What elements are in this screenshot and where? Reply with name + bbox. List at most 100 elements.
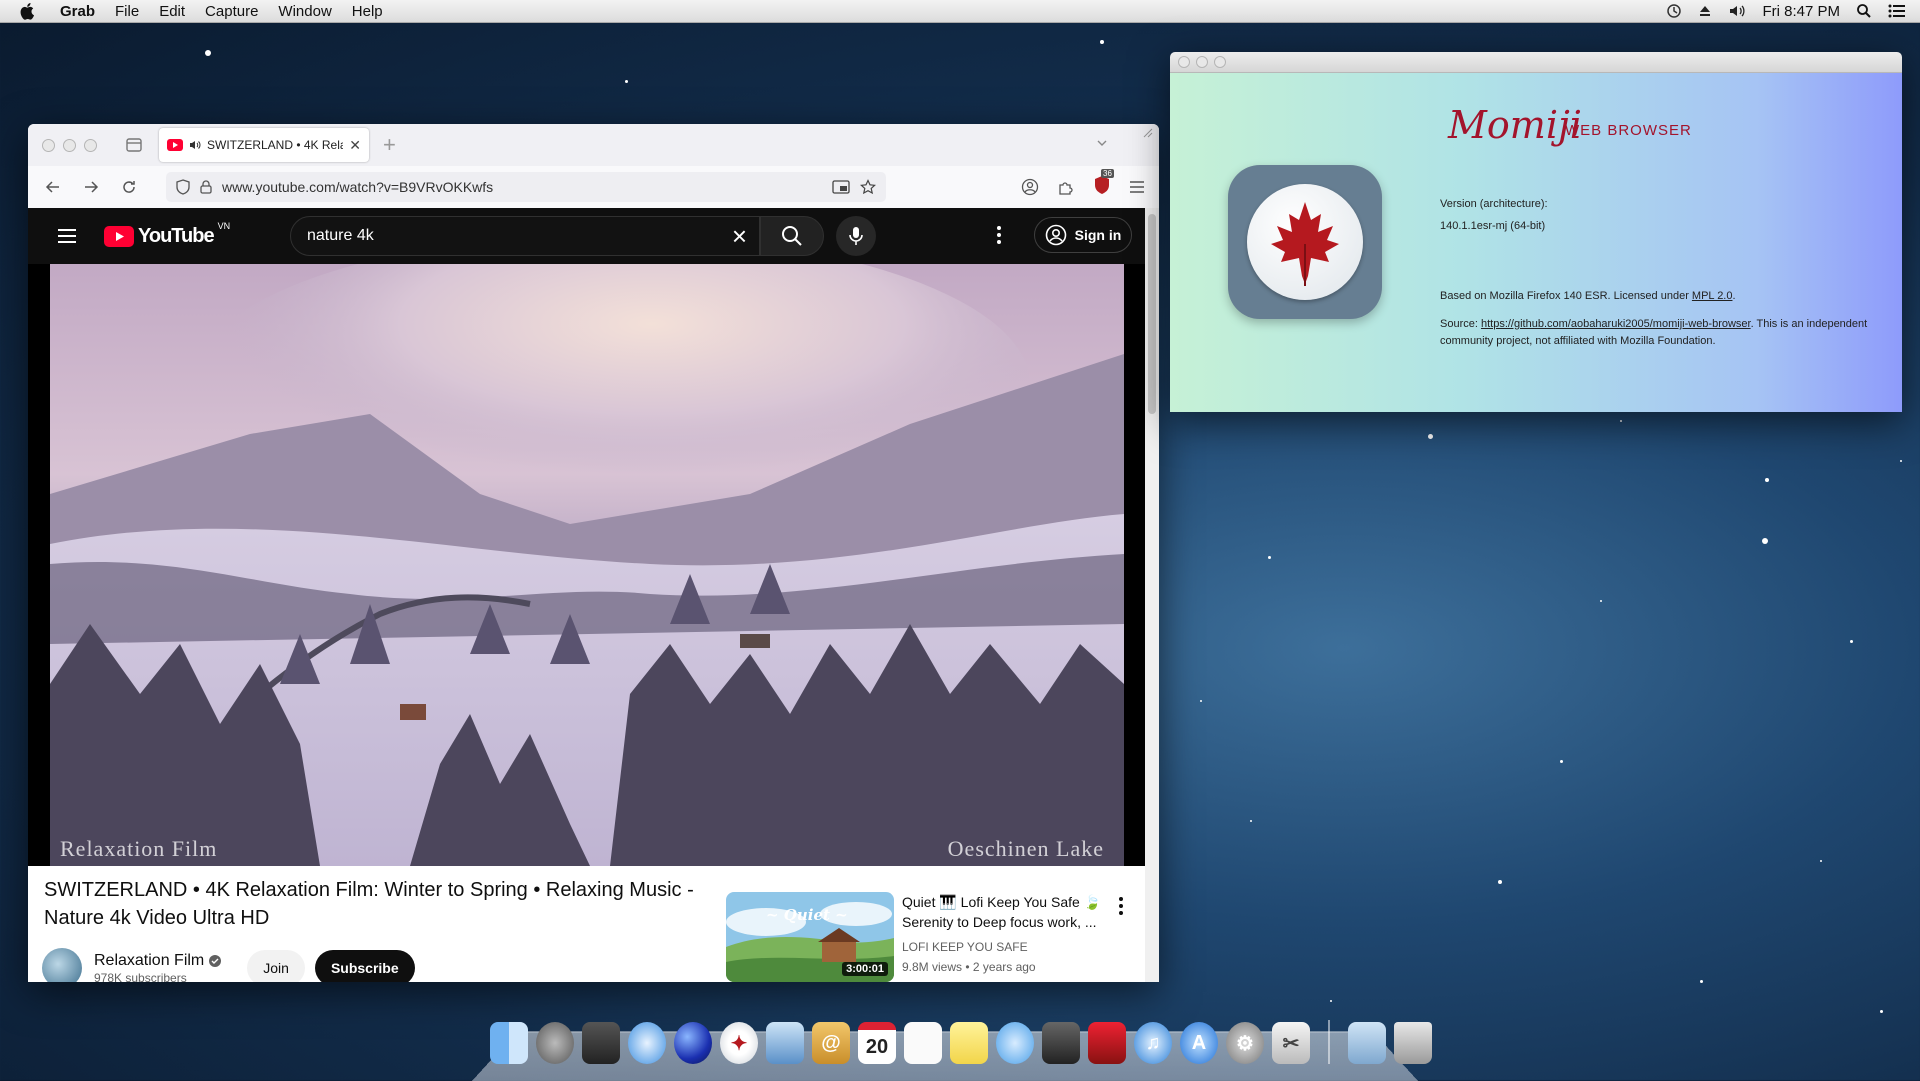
menu-help[interactable]: Help (352, 3, 383, 20)
new-tab-button[interactable]: + (383, 132, 396, 158)
maple-leaf-icon (1271, 202, 1339, 286)
channel-row: Relaxation Film 978K subscribers Join Su… (42, 948, 415, 982)
menu-file[interactable]: File (115, 3, 139, 20)
country-code: VN (217, 221, 231, 231)
more-actions-icon[interactable] (1118, 896, 1124, 916)
launchpad-icon[interactable] (536, 1022, 574, 1064)
finder-icon[interactable] (490, 1022, 528, 1064)
recommended-thumbnail[interactable]: ~ Quiet ~ 3:00:01 (726, 892, 894, 982)
facetime-icon[interactable] (1042, 1022, 1080, 1064)
lock-icon[interactable] (200, 180, 212, 194)
subscribe-button[interactable]: Subscribe (314, 950, 415, 982)
recommended-meta: 9.8M views • 2 years ago (902, 960, 1036, 974)
youtube-favicon-icon (167, 139, 183, 151)
audio-playing-icon[interactable] (189, 139, 201, 151)
app-menu-hamburger-icon[interactable] (1129, 180, 1145, 194)
menu-capture[interactable]: Capture (205, 3, 258, 20)
itunes-icon[interactable]: ♫ (1134, 1022, 1172, 1064)
tracking-protection-shield-icon[interactable] (176, 179, 190, 195)
minimize-window-button[interactable] (63, 138, 76, 152)
applications-folder-icon[interactable] (1348, 1022, 1386, 1064)
video-scene-image (50, 264, 1124, 866)
photo-booth-icon[interactable] (1088, 1022, 1126, 1064)
safari-icon[interactable] (628, 1022, 666, 1064)
menu-window[interactable]: Window (278, 3, 331, 20)
trash-icon[interactable] (1394, 1022, 1432, 1064)
back-button[interactable] (42, 176, 64, 198)
calendar-icon[interactable]: 20 (858, 1022, 896, 1064)
zoom-window-button[interactable] (84, 138, 97, 152)
reload-button[interactable] (118, 176, 140, 198)
recommended-video[interactable]: ~ Quiet ~ 3:00:01 Quiet 🎹 Lofi Keep You … (726, 892, 1138, 982)
join-button[interactable]: Join (247, 950, 305, 982)
tab-youtube[interactable]: SWITZERLAND • 4K Relaxati ✕ (159, 128, 369, 162)
page-scrollbar[interactable] (1145, 208, 1159, 982)
scrollbar-thumb[interactable] (1148, 214, 1156, 414)
picture-in-picture-icon[interactable] (832, 180, 850, 194)
about-close-button[interactable] (1178, 56, 1190, 68)
close-tab-icon[interactable]: ✕ (349, 137, 361, 154)
clear-search-icon[interactable]: × (732, 223, 747, 249)
navigation-toolbar: www.youtube.com/watch?v=B9VRvOKKwfs 36 (28, 166, 1159, 209)
time-machine-icon[interactable] (1666, 3, 1682, 19)
video-duration: 3:00:01 (842, 962, 888, 976)
watermark-channel: Relaxation Film (60, 836, 218, 861)
menubar-clock[interactable]: Fri 8:47 PM (1762, 3, 1840, 20)
menu-app-name[interactable]: Grab (60, 3, 95, 20)
youtube-page: YouTube VN nature 4k × Sign in Relaxatio… (28, 208, 1159, 982)
grab-icon[interactable]: ✂ (1272, 1022, 1310, 1064)
source-link[interactable]: https://github.com/aobaharuki2005/momiji… (1481, 318, 1751, 330)
version-value: 140.1.1esr-mj (64-bit) (1440, 220, 1546, 232)
preview-icon[interactable] (766, 1022, 804, 1064)
about-window-controls (1178, 56, 1226, 68)
license-link[interactable]: MPL 2.0 (1692, 290, 1733, 302)
eject-icon[interactable] (1698, 4, 1712, 18)
sign-in-button[interactable]: Sign in (1034, 217, 1132, 253)
search-input[interactable]: nature 4k (307, 227, 732, 245)
source-prefix: Source: (1440, 318, 1481, 330)
extensions-puzzle-icon[interactable] (1057, 178, 1075, 196)
search-button[interactable] (760, 216, 824, 256)
apple-menu-icon[interactable] (18, 1, 38, 21)
fullscreen-corner-icon[interactable] (1143, 128, 1153, 138)
video-frame[interactable]: Relaxation Film Oeschinen Lake (50, 264, 1124, 866)
list-all-tabs-icon[interactable] (1095, 136, 1109, 150)
siri-orb-icon[interactable] (674, 1022, 712, 1064)
tab-title: SWITZERLAND • 4K Relaxati (207, 138, 344, 152)
channel-avatar[interactable] (42, 948, 82, 982)
recommended-title[interactable]: Quiet 🎹 Lofi Keep You Safe 🍃 Serenity to… (902, 892, 1102, 932)
system-preferences-icon[interactable]: ⚙ (1226, 1022, 1264, 1064)
bookmark-star-icon[interactable] (860, 179, 876, 195)
forward-button[interactable] (80, 176, 102, 198)
about-zoom-button[interactable] (1214, 56, 1226, 68)
volume-icon[interactable] (1728, 3, 1746, 19)
firefox-view-icon[interactable] (125, 136, 143, 154)
dock-separator (1328, 1020, 1330, 1064)
channel-name[interactable]: Relaxation Film (94, 952, 204, 970)
spotlight-search-icon[interactable] (1856, 3, 1872, 19)
url-text[interactable]: www.youtube.com/watch?v=B9VRvOKKwfs (222, 179, 822, 195)
about-minimize-button[interactable] (1196, 56, 1208, 68)
app-store-icon[interactable]: A (1180, 1022, 1218, 1064)
account-icon[interactable] (1021, 178, 1039, 196)
forward-arrow-icon (85, 181, 99, 193)
close-window-button[interactable] (42, 138, 55, 152)
youtube-search-box[interactable]: nature 4k × (290, 216, 760, 256)
notes-icon[interactable] (950, 1022, 988, 1064)
ublock-extension-button[interactable]: 36 (1093, 168, 1114, 200)
momiji-dock-icon[interactable]: ✦ (720, 1022, 758, 1064)
guide-menu-icon[interactable] (56, 225, 78, 247)
notification-center-icon[interactable] (1888, 3, 1906, 19)
menu-edit[interactable]: Edit (159, 3, 185, 20)
youtube-logo[interactable]: YouTube VN (104, 221, 230, 248)
reminders-icon[interactable] (904, 1022, 942, 1064)
dashboard-icon[interactable] (582, 1022, 620, 1064)
messages-icon[interactable] (996, 1022, 1034, 1064)
voice-search-button[interactable] (836, 216, 876, 256)
settings-more-icon[interactable] (996, 224, 1002, 246)
recommended-channel[interactable]: LOFI KEEP YOU SAFE (902, 940, 1028, 954)
contacts-icon[interactable]: @ (812, 1022, 850, 1064)
url-bar[interactable]: www.youtube.com/watch?v=B9VRvOKKwfs (166, 172, 886, 202)
video-player[interactable]: Relaxation Film Oeschinen Lake (28, 264, 1145, 866)
back-arrow-icon (45, 181, 59, 193)
